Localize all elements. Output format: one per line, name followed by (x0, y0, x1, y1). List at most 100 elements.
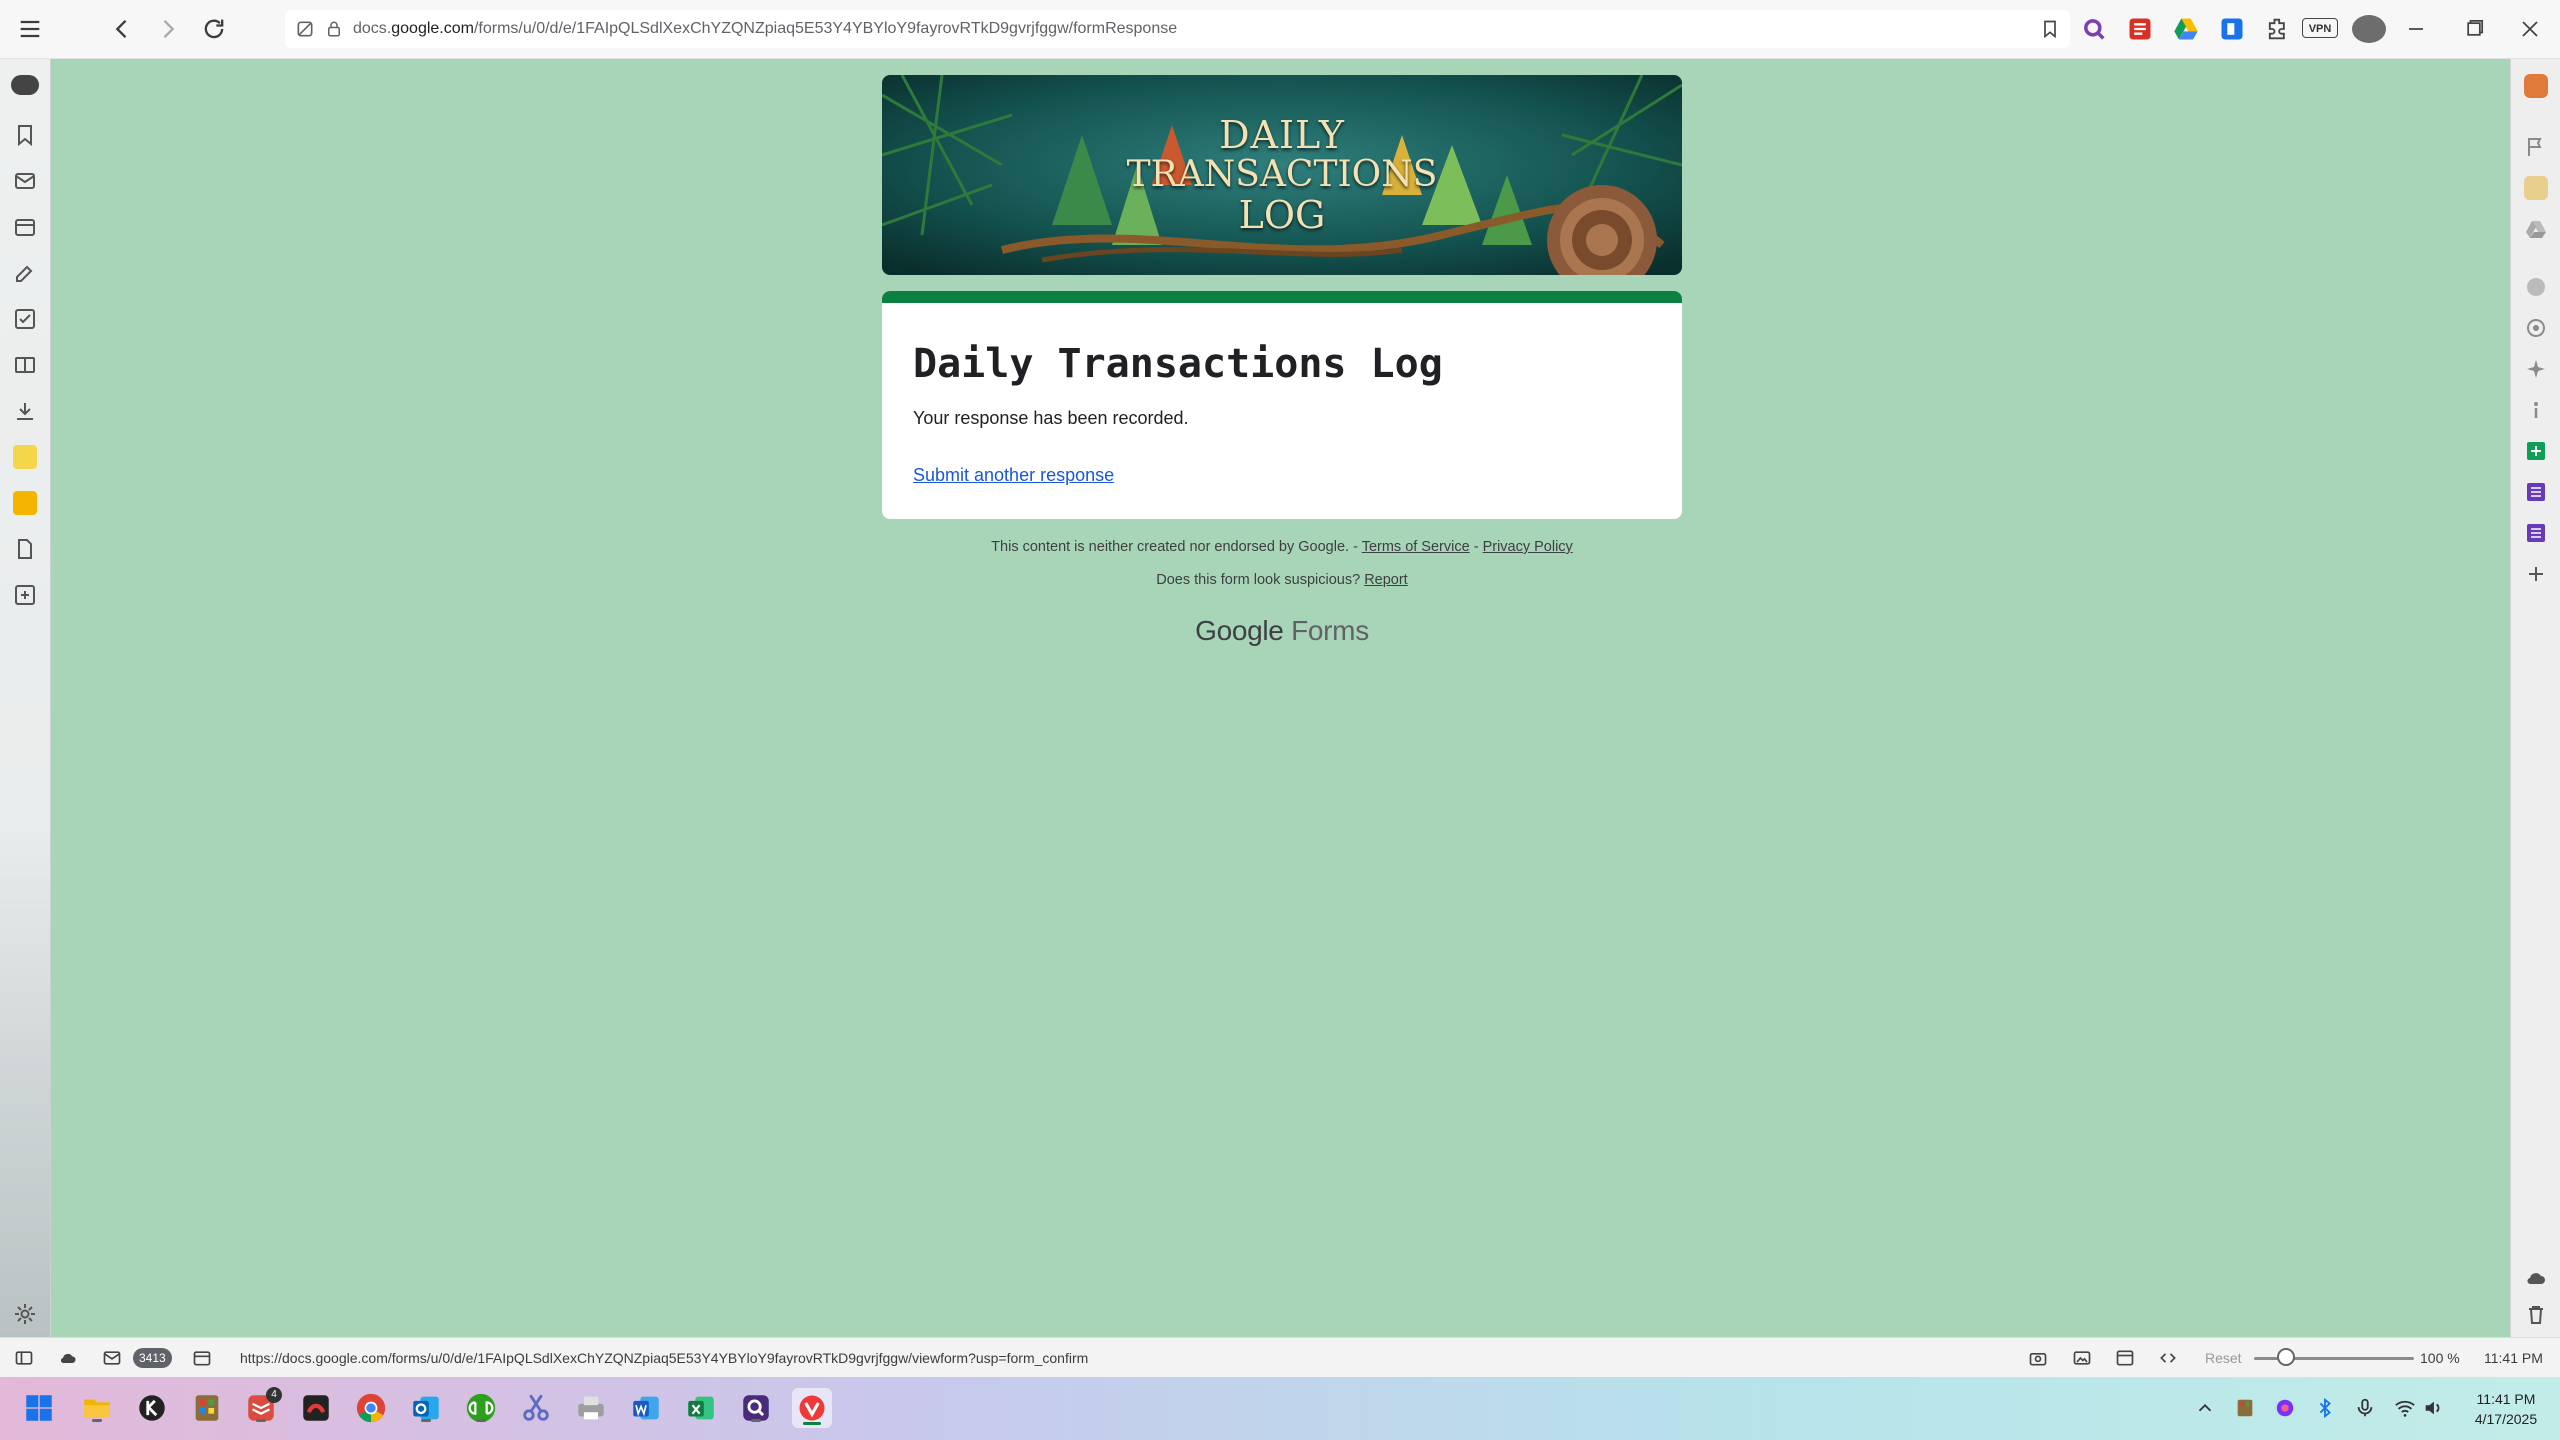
page-content: DAILY TRANSACTIONS LOG Daily Transaction… (51, 59, 2510, 1337)
settings-gear-icon[interactable] (13, 1302, 37, 1326)
forms-panel-2-icon[interactable] (2524, 521, 2548, 545)
reading-list-icon[interactable] (13, 353, 37, 377)
zoom-reset-button[interactable]: Reset (2205, 1338, 2242, 1378)
forward-icon[interactable] (154, 15, 182, 43)
suspicious-text: Does this form look suspicious? Report (882, 572, 1682, 588)
terms-of-service-link[interactable]: Terms of Service (1362, 539, 1470, 555)
card-accent-stripe (882, 291, 1682, 303)
url-text[interactable]: docs.google.com/forms/u/0/d/e/1FAIpQLSdl… (353, 10, 1177, 48)
status-bar: 3413 https://docs.google.com/forms/u/0/d… (0, 1337, 2560, 1378)
openai-icon[interactable] (2524, 316, 2548, 340)
active-indicator (803, 1422, 821, 1425)
bluetooth-icon[interactable] (2314, 1397, 2336, 1419)
minimize-icon[interactable] (2402, 15, 2430, 43)
info-icon[interactable] (2524, 398, 2548, 422)
banner-title-line2: TRANSACTIONS (1126, 154, 1438, 195)
forms-panel-icon[interactable] (2524, 480, 2548, 504)
wifi-icon[interactable] (2394, 1397, 2416, 1419)
restore-icon[interactable] (2460, 15, 2488, 43)
tray-color-icon[interactable] (2274, 1397, 2296, 1419)
downloads-icon[interactable] (13, 399, 37, 423)
keep-icon[interactable] (2524, 176, 2548, 200)
search-extension-icon[interactable] (2080, 15, 2108, 43)
notification-badge: 4 (266, 1387, 282, 1403)
menu-icon[interactable] (16, 15, 44, 43)
google-forms-logo[interactable]: Google Forms (882, 615, 1682, 647)
capture-icon[interactable] (2028, 1348, 2048, 1368)
tray-app-icon[interactable] (2234, 1397, 2256, 1419)
profile-avatar[interactable] (2352, 15, 2386, 43)
mail-panel-icon[interactable] (13, 169, 37, 193)
taskbar-time: 11:41 PM (2476, 1391, 2536, 1407)
pdf-extension-icon[interactable] (2126, 15, 2154, 43)
calendar-panel-icon[interactable] (13, 215, 37, 239)
search-app-icon[interactable] (739, 1391, 773, 1425)
vpn-button[interactable]: VPN (2302, 18, 2338, 38)
cloud-sync-icon[interactable] (2524, 1266, 2548, 1290)
volume-icon[interactable] (2422, 1397, 2444, 1419)
show-hidden-icons-chevron-icon[interactable] (2194, 1397, 2216, 1419)
file-explorer-icon[interactable] (80, 1391, 114, 1425)
quickbooks-icon[interactable] (464, 1391, 498, 1425)
document-panel-icon[interactable] (13, 537, 37, 561)
running-indicator (256, 1419, 266, 1422)
workspace-icon[interactable] (11, 75, 39, 95)
sparkle-icon[interactable] (2524, 357, 2548, 381)
banner-title-line3: LOG (1238, 193, 1326, 237)
panel-toggle-icon[interactable] (14, 1348, 34, 1368)
app-red-icon[interactable] (299, 1391, 333, 1425)
puzzle-icon[interactable] (2264, 15, 2292, 43)
web-panel-2-icon[interactable] (13, 491, 37, 515)
circle-icon[interactable] (2524, 275, 2548, 299)
image-toggle-icon[interactable] (2072, 1348, 2092, 1368)
brand-forms: Forms (1291, 615, 1369, 646)
developer-tools-icon[interactable] (2158, 1348, 2178, 1368)
page-actions-icon[interactable] (2115, 1348, 2135, 1368)
app-palette-icon[interactable] (190, 1391, 224, 1425)
taskbar-clock[interactable]: 11:41 PM 4/17/2025 (2460, 1389, 2552, 1429)
left-panel (0, 59, 51, 1337)
add-web-panel-icon[interactable] (2524, 562, 2548, 586)
reload-icon[interactable] (200, 15, 228, 43)
chrome-icon[interactable] (354, 1391, 388, 1425)
microphone-icon[interactable] (2354, 1397, 2376, 1419)
mail-count-badge[interactable]: 3413 (133, 1348, 172, 1368)
tasks-panel-icon[interactable] (13, 307, 37, 331)
outlook-icon[interactable] (409, 1391, 443, 1425)
address-bar[interactable]: docs.google.com/forms/u/0/d/e/1FAIpQLSdl… (285, 10, 2070, 48)
lock-icon (325, 19, 343, 39)
notes-panel-icon[interactable] (13, 261, 37, 285)
back-icon[interactable] (108, 15, 136, 43)
todoist-icon[interactable]: 4 (244, 1387, 282, 1425)
trash-icon[interactable] (2524, 1303, 2548, 1327)
privacy-policy-link[interactable]: Privacy Policy (1483, 539, 1573, 555)
calendar-status-icon[interactable] (192, 1348, 212, 1368)
flag-icon[interactable] (2524, 135, 2548, 159)
close-icon[interactable] (2516, 15, 2544, 43)
disclaimer-label: This content is neither created nor endo… (991, 539, 1362, 555)
submit-another-response-link[interactable]: Submit another response (913, 465, 1114, 486)
confirmation-message: Your response has been recorded. (913, 408, 1189, 428)
snipping-tool-icon[interactable] (519, 1391, 553, 1425)
running-indicator (92, 1419, 102, 1422)
mail-status-icon[interactable] (102, 1348, 122, 1368)
drive-panel-icon[interactable] (2524, 217, 2548, 241)
web-panel-1-icon[interactable] (13, 445, 37, 469)
vivaldi-browser-icon[interactable] (792, 1388, 832, 1428)
app-k-icon[interactable] (135, 1391, 169, 1425)
start-button[interactable] (22, 1391, 56, 1425)
printer-icon[interactable] (574, 1391, 608, 1425)
excel-icon[interactable] (684, 1391, 718, 1425)
bookmark-icon[interactable] (2040, 19, 2060, 39)
site-info-icon[interactable] (295, 19, 315, 39)
sheets-icon[interactable] (2524, 439, 2548, 463)
drive-extension-icon[interactable] (2172, 15, 2200, 43)
right-panel-app-icon[interactable] (2524, 74, 2548, 98)
extension-badge-icon[interactable] (2218, 15, 2246, 43)
add-panel-icon[interactable] (13, 583, 37, 607)
word-icon[interactable] (629, 1391, 663, 1425)
sync-cloud-icon[interactable] (58, 1348, 78, 1368)
report-link[interactable]: Report (1364, 572, 1408, 588)
bookmarks-panel-icon[interactable] (13, 123, 37, 147)
zoom-slider-handle[interactable] (2277, 1348, 2295, 1366)
